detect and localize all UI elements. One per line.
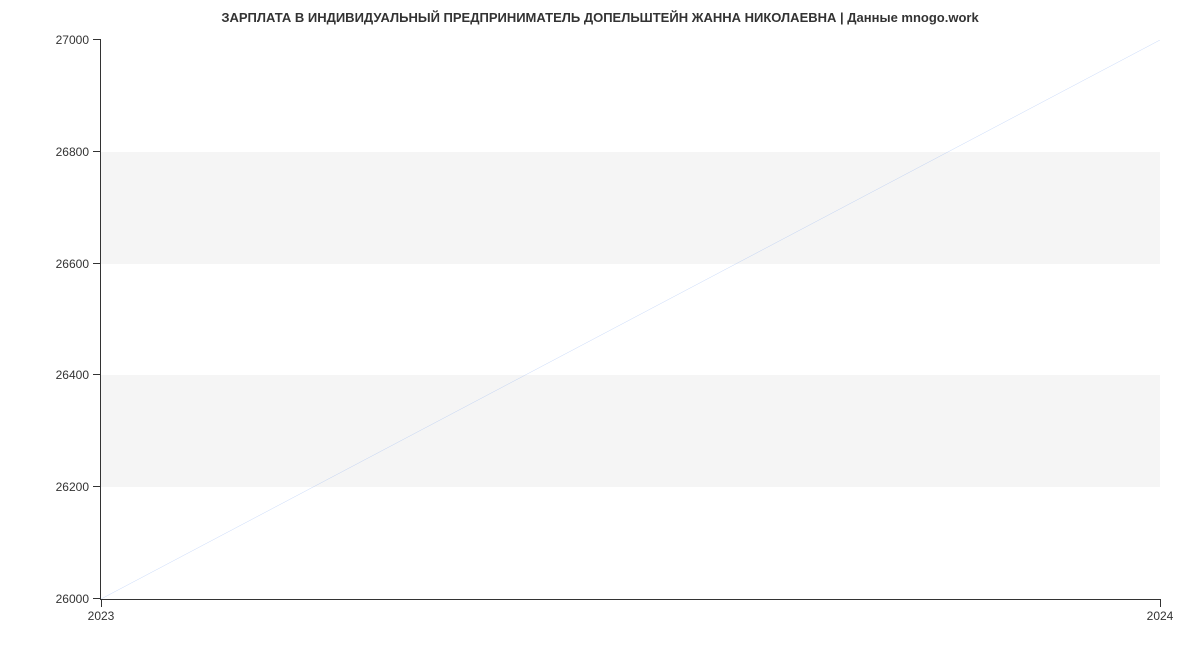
x-tick-label: 2023: [88, 599, 115, 623]
grid-band: [101, 152, 1160, 264]
y-tick-label: 27000: [56, 33, 101, 47]
data-line: [101, 40, 1160, 599]
grid-band: [101, 375, 1160, 487]
chart-container: 26000 26200 26400 26600 26800 27000 2023…: [100, 40, 1160, 600]
y-tick-label: 26200: [56, 480, 101, 494]
y-tick-label: 26600: [56, 257, 101, 271]
plot-area: 26000 26200 26400 26600 26800 27000 2023…: [100, 40, 1160, 600]
y-tick-label: 26400: [56, 368, 101, 382]
chart-title: ЗАРПЛАТА В ИНДИВИДУАЛЬНЫЙ ПРЕДПРИНИМАТЕЛ…: [0, 0, 1200, 31]
x-tick-label: 2024: [1147, 599, 1174, 623]
y-tick-label: 26800: [56, 145, 101, 159]
